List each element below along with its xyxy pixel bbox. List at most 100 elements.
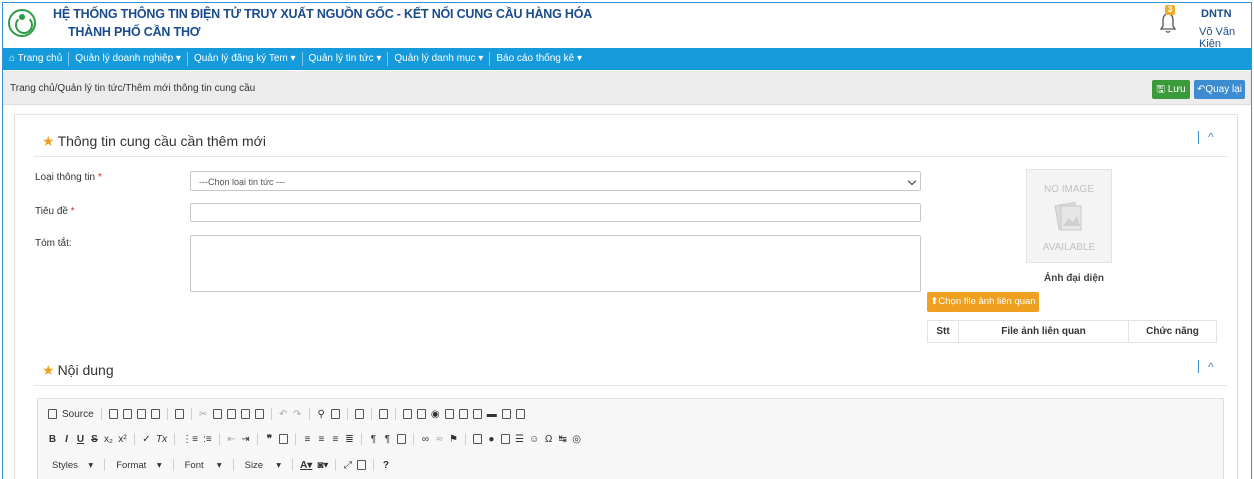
nav-enterprise[interactable]: Quản lý doanh nghiệp ▾ — [69, 52, 188, 66]
styles-combo[interactable]: Styles ▾ — [48, 460, 97, 471]
show-blocks-icon[interactable] — [357, 460, 367, 470]
blockquote-icon[interactable]: ❞ — [265, 434, 274, 445]
preview-icon[interactable] — [136, 409, 146, 419]
editor-toolbar-row3: Styles ▾ Format ▾ Font ▾ Size ▾ A▾ ◙▾ ⤢ … — [48, 459, 390, 471]
logo — [8, 9, 36, 37]
underline-icon[interactable]: U — [76, 434, 85, 445]
font-combo[interactable]: Font ▾ — [181, 460, 226, 471]
button-field-icon[interactable]: ▬ — [487, 409, 497, 420]
editor-toolbar-row1: Source ✂ ↶ ↷ ⚲ ◉ ▬ — [48, 408, 525, 420]
table-header-file: File ảnh liên quan — [958, 320, 1129, 343]
type-label: Loại thông tin * — [35, 172, 102, 183]
summary-label: Tóm tắt: — [35, 238, 72, 249]
flash-icon[interactable]: ● — [487, 434, 496, 445]
checkbox-icon[interactable] — [416, 409, 426, 419]
paste-icon[interactable] — [226, 409, 236, 419]
user-full-name[interactable]: Võ Văn Kiện — [1199, 26, 1251, 50]
horizontal-rule-icon[interactable]: ☰ — [515, 434, 524, 445]
section-divider-icon — [1198, 131, 1199, 144]
paste-word-icon[interactable] — [254, 409, 264, 419]
redo-icon[interactable]: ↷ — [293, 409, 302, 420]
special-char-icon[interactable]: Ω — [544, 434, 553, 445]
subscript-icon[interactable]: x₂ — [104, 434, 113, 445]
templates-icon[interactable] — [174, 409, 184, 419]
select-all-icon[interactable] — [354, 409, 364, 419]
superscript-icon[interactable]: x² — [118, 434, 127, 445]
nav-news[interactable]: Quản lý tin tức ▾ — [303, 52, 389, 66]
form-icon[interactable] — [402, 409, 412, 419]
main-nav: ⌂ Trang chủ Quản lý doanh nghiệp ▾ Quản … — [3, 48, 1251, 70]
new-page-icon[interactable] — [122, 409, 132, 419]
align-left-icon[interactable]: ≡ — [303, 434, 312, 445]
italic-icon[interactable]: I — [62, 434, 71, 445]
save-button[interactable]: 🖫 Lưu — [1152, 80, 1190, 99]
text-color-icon[interactable]: A▾ — [300, 460, 312, 471]
textarea-icon[interactable] — [458, 409, 468, 419]
numbered-list-icon[interactable]: ⋮≡ — [182, 434, 198, 445]
paste-text-icon[interactable] — [240, 409, 250, 419]
collapse-info-icon[interactable]: ^ — [1208, 130, 1214, 144]
strike-icon[interactable]: S — [90, 434, 99, 445]
rtl-icon[interactable]: ¶ — [383, 434, 392, 445]
print-icon[interactable] — [150, 409, 160, 419]
nav-stamp[interactable]: Quản lý đăng ký Tem ▾ — [188, 52, 303, 66]
replace-icon[interactable] — [330, 409, 340, 419]
bold-icon[interactable]: B — [48, 434, 57, 445]
ltr-icon[interactable]: ¶ — [369, 434, 378, 445]
type-select[interactable]: ---Chọn loại tin tức --- — [190, 171, 921, 191]
copy-icon[interactable] — [212, 409, 222, 419]
smiley-icon[interactable]: ☺ — [529, 434, 539, 445]
star-icon: ★ — [42, 133, 55, 149]
image-button-icon[interactable] — [501, 409, 511, 419]
outdent-icon[interactable]: ⇤ — [227, 434, 236, 445]
image-icon[interactable] — [472, 434, 482, 444]
site-header: HỆ THỐNG THÔNG TIN ĐIỆN TỬ TRUY XUẤT NGU… — [3, 3, 1251, 50]
nav-report[interactable]: Báo cáo thống kê ▾ — [490, 52, 588, 66]
nav-home[interactable]: ⌂ Trang chủ — [3, 52, 70, 66]
related-files-table: Stt File ảnh liên quan Chức năng — [927, 320, 1217, 343]
summary-textarea[interactable] — [190, 235, 921, 292]
remove-format-icon[interactable]: Tx — [156, 434, 167, 445]
spellcheck-icon[interactable] — [378, 409, 388, 419]
textfield-icon[interactable] — [444, 409, 454, 419]
cut-icon[interactable]: ✂ — [199, 409, 208, 420]
indent-icon[interactable]: ⇥ — [241, 434, 250, 445]
find-icon[interactable]: ⚲ — [317, 409, 326, 420]
unlink-icon[interactable]: ≂ — [435, 434, 444, 445]
source-button[interactable]: Source — [62, 409, 94, 420]
content-section-title: ★ Nội dung — [42, 362, 114, 378]
size-combo[interactable]: Size ▾ — [241, 460, 285, 471]
bulleted-list-icon[interactable]: :≡ — [203, 434, 212, 445]
title-input[interactable] — [190, 203, 921, 222]
justify-icon[interactable]: ≣ — [345, 434, 354, 445]
breadcrumb-bar: Trang chủ/Quản lý tin tức/Thêm mới thông… — [3, 71, 1251, 105]
nav-catalog[interactable]: Quản lý danh mục ▾ — [388, 52, 491, 66]
bg-color-icon[interactable]: ◙▾ — [317, 460, 328, 471]
collapse-content-icon[interactable]: ^ — [1208, 360, 1214, 374]
info-section-title: ★ Thông tin cung cầu cần thêm mới — [42, 133, 266, 149]
maximize-icon[interactable]: ⤢ — [343, 460, 352, 471]
table-header-actions: Chức năng — [1128, 320, 1217, 343]
link-icon[interactable]: ∞ — [421, 434, 430, 445]
source-icon[interactable] — [48, 409, 57, 419]
undo-icon[interactable]: ↶ — [279, 409, 288, 420]
help-icon[interactable]: ? — [381, 460, 390, 471]
div-icon[interactable] — [278, 434, 288, 444]
iframe-icon[interactable]: ◎ — [572, 434, 581, 445]
format-combo[interactable]: Format ▾ — [112, 460, 165, 471]
hidden-field-icon[interactable] — [515, 409, 525, 419]
save-doc-icon[interactable] — [108, 409, 118, 419]
language-icon[interactable] — [396, 434, 406, 444]
user-short-name[interactable]: DNTN — [1201, 8, 1232, 20]
anchor-icon[interactable]: ⚑ — [449, 434, 458, 445]
choose-file-button[interactable]: ⬆Chọn file ảnh liên quan — [927, 292, 1039, 312]
table-icon[interactable] — [500, 434, 510, 444]
back-button[interactable]: ↶Quay lại — [1194, 80, 1245, 99]
radio-icon[interactable]: ◉ — [431, 409, 440, 420]
align-right-icon[interactable]: ≡ — [331, 434, 340, 445]
page-break-icon[interactable]: ↹ — [558, 434, 567, 445]
select-field-icon[interactable] — [472, 409, 482, 419]
copy-format-icon[interactable]: ✓ — [142, 434, 151, 445]
editor-toolbar-row2: B I U S x₂ x² ✓ Tx ⋮≡ :≡ ⇤ ⇥ ❞ ≡ ≡ ≡ ≣ ¶… — [48, 433, 581, 445]
align-center-icon[interactable]: ≡ — [317, 434, 326, 445]
